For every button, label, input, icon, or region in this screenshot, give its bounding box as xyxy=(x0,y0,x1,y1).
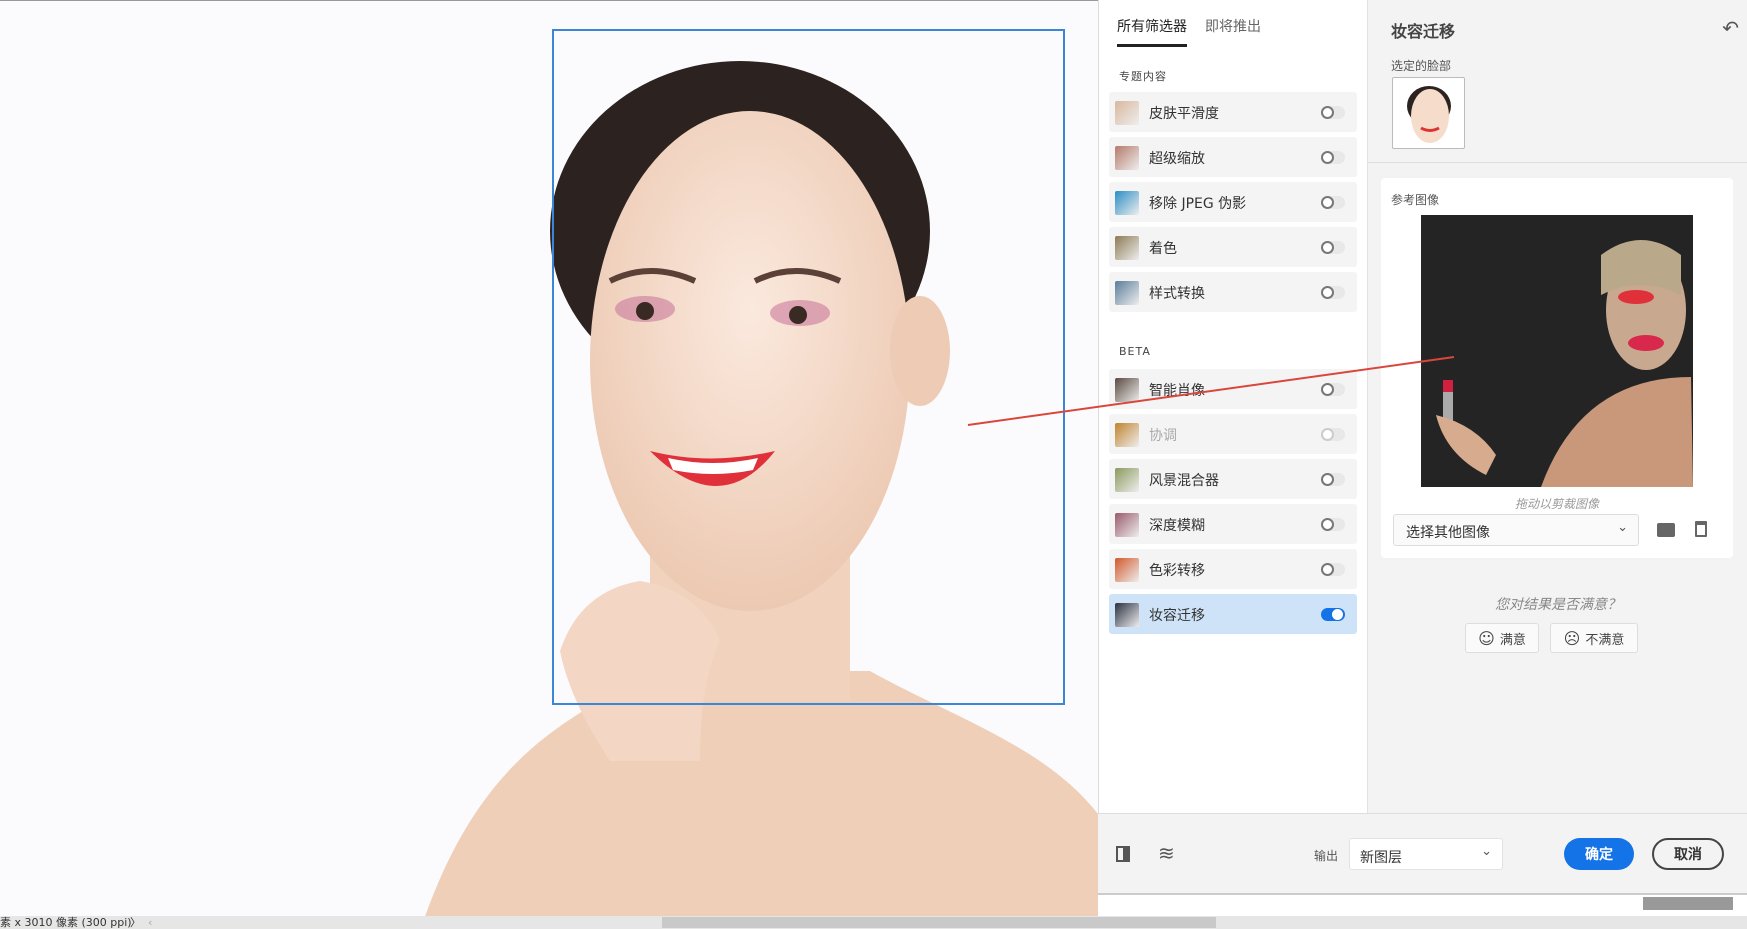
filter-toggle[interactable] xyxy=(1321,286,1345,299)
filter-thumbnail-icon xyxy=(1115,281,1139,305)
bottom-action-bar: ≋ 输出 新图层 ⌄ 确定 取消 xyxy=(1098,813,1747,895)
filter-thumbnail-icon xyxy=(1115,191,1139,215)
filter-label: 超级缩放 xyxy=(1149,151,1205,167)
chevron-down-icon: ⌄ xyxy=(1617,520,1628,535)
filter-label: 移除 JPEG 伪影 xyxy=(1149,196,1247,212)
unsatisfied-button[interactable]: ☹ 不满意 xyxy=(1550,623,1638,653)
filter-thumbnail-icon xyxy=(1115,468,1139,492)
face-selection-box[interactable] xyxy=(552,29,1065,705)
reference-card: 参考图像 拖动以剪裁图像 选择其他图像 ⌄ xyxy=(1381,178,1733,558)
satisfied-button[interactable]: ☺ 满意 xyxy=(1465,623,1539,653)
unsatisfied-label: 不满意 xyxy=(1585,632,1625,648)
filter-toggle[interactable] xyxy=(1321,608,1345,621)
filter-label: 皮肤平滑度 xyxy=(1149,106,1219,122)
featured-section-heading: 专题内容 xyxy=(1119,70,1167,83)
filter-row[interactable]: 移除 JPEG 伪影 xyxy=(1109,182,1357,222)
panel-scroll-thumb[interactable] xyxy=(1643,897,1733,910)
filter-label: 妆容迁移 xyxy=(1149,608,1205,624)
filter-thumbnail-icon xyxy=(1115,236,1139,260)
filter-row[interactable]: 色彩转移 xyxy=(1109,549,1357,589)
compare-view-icon[interactable] xyxy=(1116,846,1130,862)
satisfied-label: 满意 xyxy=(1499,632,1526,648)
filter-label: 智能肖像 xyxy=(1149,383,1205,399)
status-bar: 素 x 3010 像素 (300 ppi) 〉 ‹ xyxy=(0,916,1747,929)
frown-icon: ☹ xyxy=(1563,628,1581,648)
chevron-down-icon: ⌄ xyxy=(1481,844,1492,859)
scroll-left-arrow[interactable]: ‹ xyxy=(148,916,152,929)
filter-row[interactable]: 智能肖像 xyxy=(1109,369,1357,409)
filter-row[interactable]: 风景混合器 xyxy=(1109,459,1357,499)
reference-select-value: 选择其他图像 xyxy=(1406,525,1490,541)
output-select-value: 新图层 xyxy=(1360,850,1402,866)
filter-thumbnail-icon xyxy=(1115,603,1139,627)
crop-hint: 拖动以剪裁图像 xyxy=(1514,497,1599,511)
filter-list-panel: 所有筛选器 即将推出 专题内容 BETA 皮肤平滑度 超级缩放 移除 JPEG … xyxy=(1098,0,1367,813)
reference-image[interactable] xyxy=(1421,215,1693,487)
selected-face-label: 选定的脸部 xyxy=(1391,59,1452,73)
ok-button[interactable]: 确定 xyxy=(1564,838,1634,870)
filter-label: 协调 xyxy=(1149,428,1177,444)
smile-icon: ☺ xyxy=(1478,628,1495,648)
output-select[interactable]: 新图层 ⌄ xyxy=(1349,838,1503,870)
filter-toggle[interactable] xyxy=(1321,473,1345,486)
undo-icon[interactable]: ↶ xyxy=(1722,16,1739,40)
reference-label: 参考图像 xyxy=(1391,193,1440,207)
selected-face-thumbnail[interactable] xyxy=(1392,77,1465,149)
filter-row[interactable]: 超级缩放 xyxy=(1109,137,1357,177)
document-size-info: 素 x 3010 像素 (300 ppi) xyxy=(0,916,132,929)
filter-toggle[interactable] xyxy=(1321,106,1345,119)
panel-resize-area[interactable] xyxy=(1098,897,1747,916)
filter-toggle[interactable] xyxy=(1321,518,1345,531)
filter-toggle[interactable] xyxy=(1321,196,1345,209)
feedback-question: 您对结果是否满意？ xyxy=(1495,597,1621,613)
filter-thumbnail-icon xyxy=(1115,101,1139,125)
filter-label: 着色 xyxy=(1149,241,1177,257)
status-expand-arrow[interactable]: 〉 xyxy=(130,916,141,929)
layers-icon[interactable]: ≋ xyxy=(1158,841,1175,865)
filter-row[interactable]: 样式转换 xyxy=(1109,272,1357,312)
filter-toggle[interactable] xyxy=(1321,563,1345,576)
filter-thumbnail-icon xyxy=(1115,513,1139,537)
cancel-button[interactable]: 取消 xyxy=(1652,838,1724,870)
filter-row[interactable]: 深度模糊 xyxy=(1109,504,1357,544)
folder-icon[interactable] xyxy=(1657,523,1675,537)
beta-section-heading: BETA xyxy=(1119,345,1151,358)
reference-image-select[interactable]: 选择其他图像 ⌄ xyxy=(1393,514,1639,546)
filter-thumbnail-icon xyxy=(1115,146,1139,170)
tab-coming-soon[interactable]: 即将推出 xyxy=(1205,16,1261,44)
filter-thumbnail-icon xyxy=(1115,423,1139,447)
filter-row[interactable]: 妆容迁移 xyxy=(1109,594,1357,634)
output-label: 输出 xyxy=(1314,849,1339,863)
filter-toggle[interactable] xyxy=(1321,428,1345,441)
tab-all-filters[interactable]: 所有筛选器 xyxy=(1117,16,1187,47)
filter-row[interactable]: 皮肤平滑度 xyxy=(1109,92,1357,132)
horizontal-scrollbar-thumb[interactable] xyxy=(662,917,1216,928)
filter-label: 风景混合器 xyxy=(1149,473,1219,489)
filter-toggle[interactable] xyxy=(1321,151,1345,164)
filter-detail-panel: 妆容迁移 ↶ 选定的脸部 参考图像 拖动以剪裁图像 选择其他图像 ⌄ 您对结果是… xyxy=(1367,0,1747,813)
filter-label: 深度模糊 xyxy=(1149,518,1205,534)
image-canvas[interactable] xyxy=(0,0,1098,916)
trash-icon[interactable] xyxy=(1695,521,1707,537)
filter-row[interactable]: 着色 xyxy=(1109,227,1357,267)
filter-title: 妆容迁移 xyxy=(1391,22,1456,41)
filter-label: 色彩转移 xyxy=(1149,563,1205,579)
filter-thumbnail-icon xyxy=(1115,378,1139,402)
filter-toggle[interactable] xyxy=(1321,241,1345,254)
filter-thumbnail-icon xyxy=(1115,558,1139,582)
filter-row[interactable]: 协调 xyxy=(1109,414,1357,454)
filter-label: 样式转换 xyxy=(1149,286,1205,302)
filter-toggle[interactable] xyxy=(1321,383,1345,396)
